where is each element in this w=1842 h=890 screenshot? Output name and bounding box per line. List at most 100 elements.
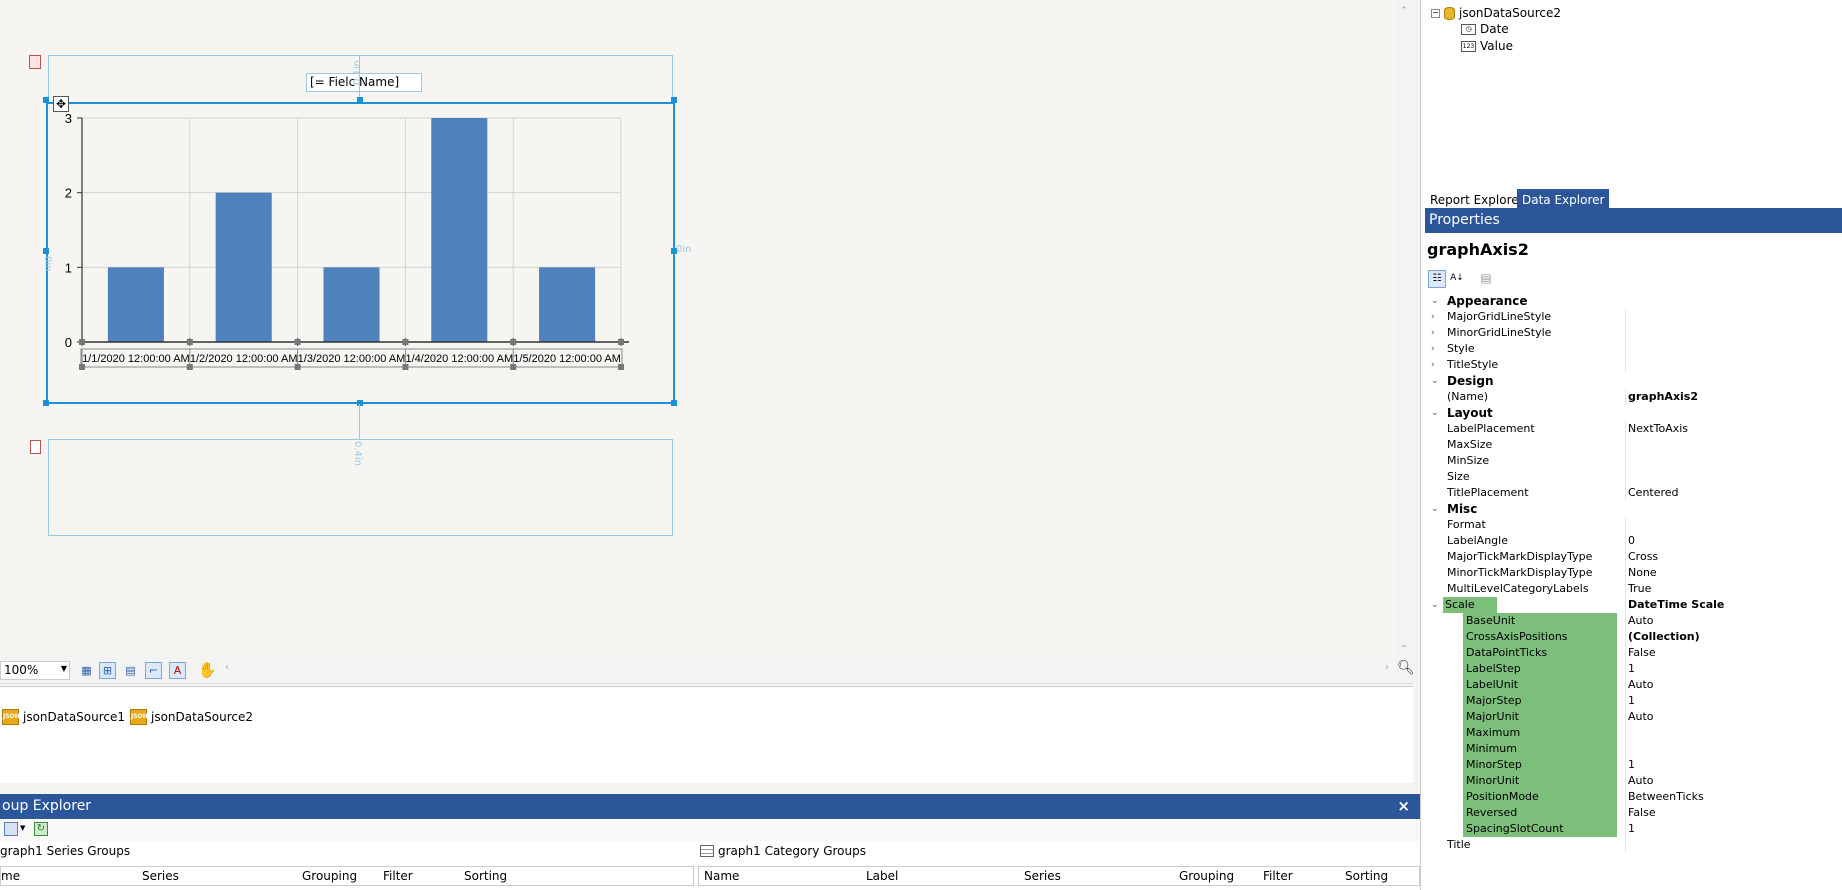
column-header[interactable]: Label: [866, 869, 898, 883]
property-value[interactable]: Auto: [1628, 773, 1654, 789]
sort-alphabetical-icon[interactable]: A↓: [1448, 270, 1466, 288]
property-row-minimum[interactable]: Minimum: [1425, 741, 1842, 757]
property-value[interactable]: Auto: [1628, 709, 1654, 725]
column-header[interactable]: Filter: [1263, 869, 1293, 883]
property-value[interactable]: 1: [1628, 757, 1635, 773]
property-value[interactable]: NextToAxis: [1628, 421, 1688, 437]
expand-icon[interactable]: ›: [1431, 341, 1435, 357]
property-row-name[interactable]: (Name) graphAxis2: [1425, 389, 1842, 405]
chevron-down-icon[interactable]: ▼: [20, 824, 25, 832]
hand-tool-icon[interactable]: ✋: [198, 661, 217, 679]
collapse-icon[interactable]: ⌄: [1431, 373, 1439, 389]
property-row-reversed[interactable]: Reversed False: [1425, 805, 1842, 821]
snap-to-grid-icon[interactable]: ⊞: [99, 662, 116, 679]
tree-node-field[interactable]: ◷ Date: [1461, 22, 1509, 36]
collapse-icon[interactable]: −: [1431, 8, 1440, 18]
tree-node-datasource[interactable]: − jsonDataSource2: [1431, 6, 1561, 20]
collapse-icon[interactable]: ⌄: [1431, 405, 1439, 421]
property-row-majorstep[interactable]: MajorStep 1: [1425, 693, 1842, 709]
scroll-left-icon[interactable]: ‹: [225, 662, 229, 673]
property-value[interactable]: False: [1628, 645, 1656, 661]
text-format-icon[interactable]: A: [169, 662, 186, 679]
tray-item-json-datasource-2[interactable]: JSON jsonDataSource2: [130, 709, 253, 725]
grid-icon[interactable]: ▦: [78, 662, 95, 679]
field-name-textbox[interactable]: [= Fielc Name]: [306, 73, 422, 92]
property-value[interactable]: DateTime Scale: [1628, 597, 1724, 613]
property-row-minorstep[interactable]: MinorStep 1: [1425, 757, 1842, 773]
page-layout-icon[interactable]: ▤: [122, 662, 139, 679]
property-row-spacingslotcount[interactable]: SpacingSlotCount 1: [1425, 821, 1842, 837]
column-header[interactable]: Series: [142, 869, 179, 883]
column-header[interactable]: Series: [1024, 869, 1061, 883]
report-design-surface[interactable]: [= Fielc Name] 0.1in ✥ 0in 0in 0 1 2 3 1/1/2…: [0, 0, 1413, 659]
property-row-misc[interactable]: ⌄ Misc: [1425, 501, 1842, 517]
chevron-down-icon[interactable]: ▼: [61, 664, 67, 673]
property-row-format[interactable]: Format: [1425, 517, 1842, 533]
property-value[interactable]: False: [1628, 805, 1656, 821]
refresh-icon[interactable]: ↻: [34, 822, 48, 836]
property-value[interactable]: Auto: [1628, 677, 1654, 693]
property-row-maxsize[interactable]: MaxSize: [1425, 437, 1842, 453]
tree-node-field[interactable]: 123 Value: [1461, 39, 1513, 53]
property-value[interactable]: True: [1628, 581, 1651, 597]
property-row-titlestyle[interactable]: › TitleStyle: [1425, 357, 1842, 373]
property-value[interactable]: Cross: [1628, 549, 1658, 565]
property-row-datapointticks[interactable]: DataPointTicks False: [1425, 645, 1842, 661]
property-row-baseunit[interactable]: BaseUnit Auto: [1425, 613, 1842, 629]
property-row-crossaxispositions[interactable]: CrossAxisPositions (Collection): [1425, 629, 1842, 645]
property-value[interactable]: None: [1628, 565, 1657, 581]
property-row-majorgridlinestyle[interactable]: › MajorGridLineStyle: [1425, 309, 1842, 325]
property-row-style[interactable]: › Style: [1425, 341, 1842, 357]
property-row-multilevelcategorylabels[interactable]: MultiLevelCategoryLabels True: [1425, 581, 1842, 597]
resize-handle[interactable]: [43, 97, 49, 103]
property-value[interactable]: Centered: [1628, 485, 1679, 501]
property-value[interactable]: 1: [1628, 693, 1635, 709]
column-header[interactable]: Grouping: [302, 869, 357, 883]
property-value[interactable]: BetweenTicks: [1628, 789, 1704, 805]
property-row-majortickmarkdisplaytype[interactable]: MajorTickMarkDisplayType Cross: [1425, 549, 1842, 565]
magnifier-icon[interactable]: 🔍︎: [1397, 660, 1415, 676]
bar-chart[interactable]: 0 1 2 3 1/1/2020 12:00:00 AM 1/2/2020 12:00:0…: [48, 104, 673, 402]
property-row-design[interactable]: ⌄ Design: [1425, 373, 1842, 389]
property-row-scale[interactable]: ⌄ Scale DateTime Scale: [1425, 597, 1842, 613]
column-header[interactable]: Sorting: [464, 869, 507, 883]
property-row-labelstep[interactable]: LabelStep 1: [1425, 661, 1842, 677]
column-header[interactable]: Filter: [383, 869, 413, 883]
collapse-icon[interactable]: ⌄: [1431, 293, 1439, 309]
resize-handle[interactable]: [357, 97, 363, 103]
horizontal-scrollbar[interactable]: [235, 668, 1385, 673]
column-header[interactable]: Grouping: [1179, 869, 1234, 883]
property-row-appearance[interactable]: ⌄ Appearance: [1425, 293, 1842, 309]
property-row-labelangle[interactable]: LabelAngle 0: [1425, 533, 1842, 549]
expand-icon[interactable]: ›: [1431, 325, 1435, 341]
scroll-right-icon[interactable]: ›: [1385, 662, 1389, 673]
expand-icon[interactable]: ›: [1431, 309, 1435, 325]
property-row-labelunit[interactable]: LabelUnit Auto: [1425, 677, 1842, 693]
designer-vertical-scrollbar[interactable]: ⌃ ⌄: [1396, 0, 1413, 659]
property-row-positionmode[interactable]: PositionMode BetweenTicks: [1425, 789, 1842, 805]
property-row-layout[interactable]: ⌄ Layout: [1425, 405, 1842, 421]
property-value[interactable]: graphAxis2: [1628, 389, 1698, 405]
tray-item-json-datasource-1[interactable]: JSON jsonDataSource1: [2, 709, 125, 725]
property-row-minortickmarkdisplaytype[interactable]: MinorTickMarkDisplayType None: [1425, 565, 1842, 581]
close-icon[interactable]: ×: [1397, 794, 1410, 819]
column-header[interactable]: me: [1, 869, 20, 883]
resize-handle[interactable]: [671, 97, 677, 103]
property-row-title[interactable]: Title: [1425, 837, 1842, 853]
property-row-labelplacement[interactable]: LabelPlacement NextToAxis: [1425, 421, 1842, 437]
property-row-minsize[interactable]: MinSize: [1425, 453, 1842, 469]
property-value[interactable]: (Collection): [1628, 629, 1700, 645]
property-value[interactable]: Auto: [1628, 613, 1654, 629]
property-value[interactable]: 1: [1628, 821, 1635, 837]
collapse-icon[interactable]: ⌄: [1431, 501, 1439, 517]
property-value[interactable]: 0: [1628, 533, 1635, 549]
property-value[interactable]: 1: [1628, 661, 1635, 677]
column-header[interactable]: Name: [704, 869, 739, 883]
zoom-combo[interactable]: 100% ▼: [0, 661, 70, 680]
rulers-icon[interactable]: ⌐: [145, 662, 162, 679]
categorized-icon[interactable]: ☷: [1428, 270, 1446, 288]
column-header[interactable]: Sorting: [1345, 869, 1388, 883]
property-row-titleplacement[interactable]: TitlePlacement Centered: [1425, 485, 1842, 501]
collapse-icon[interactable]: ⌄: [1431, 597, 1439, 613]
view-options-icon[interactable]: [4, 822, 18, 836]
